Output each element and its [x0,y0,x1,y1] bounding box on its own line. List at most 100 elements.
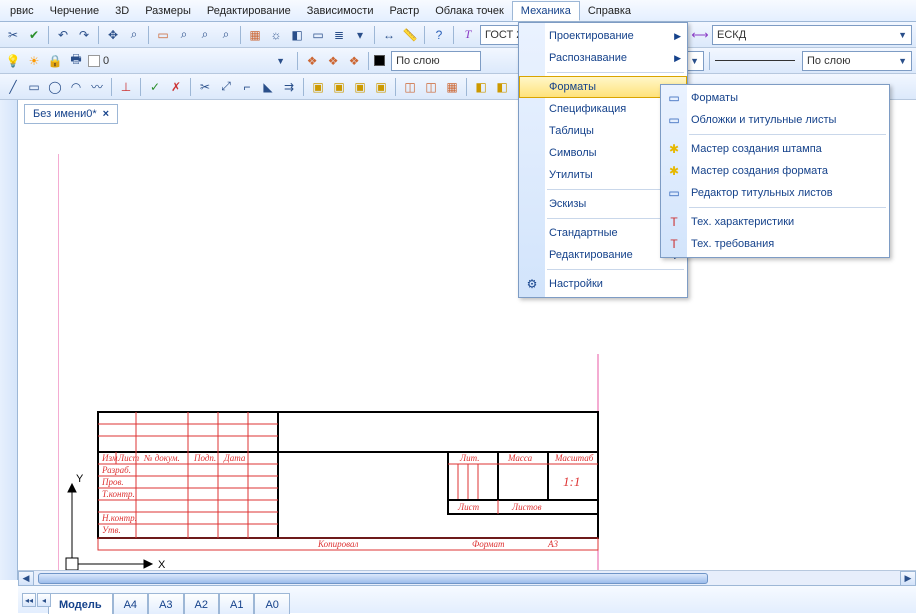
menu-divider [689,207,886,208]
tool-help-icon[interactable]: ? [430,26,448,44]
solid2-icon[interactable]: ◧ [493,78,511,96]
tab-nav-first[interactable]: ◂◂ [22,593,36,607]
document-tab[interactable]: Без имени0* × [24,104,118,124]
tool-zoom-extents-icon[interactable]: ⌕ [125,26,143,44]
tab-model[interactable]: Модель [48,593,113,614]
block-icon[interactable]: ◫ [401,78,419,96]
menu-dimensions[interactable]: Размеры [137,2,199,20]
tool-bulb-icon[interactable]: 💡 [4,52,22,70]
draw-circle-icon[interactable]: ◯ [46,78,64,96]
submenu-formats[interactable]: ▭Форматы [661,87,889,109]
menu-raster[interactable]: Растр [381,2,427,20]
edit-check-icon[interactable]: ✓ [146,78,164,96]
close-icon[interactable]: × [103,108,109,120]
scroll-thumb[interactable] [38,573,708,584]
tool-lock-icon[interactable]: 🔒 [46,52,64,70]
edit-chamfer-icon[interactable]: ◣ [259,78,277,96]
edit-x-icon[interactable]: ✗ [167,78,185,96]
covers-icon: ▭ [666,112,682,128]
tab-a1[interactable]: A1 [219,593,254,614]
wizard-icon: ✱ [666,141,682,157]
scroll-left-button[interactable]: ◀ [18,571,34,586]
solid1-icon[interactable]: ◧ [472,78,490,96]
block3-icon[interactable]: ▦ [443,78,461,96]
draw-arc-icon[interactable]: ◠ [67,78,85,96]
menu-3d[interactable]: 3D [107,2,137,20]
tech-icon: T [666,214,682,230]
menu-mechanics[interactable]: Механика [512,1,580,21]
svg-text:Изм: Изм [101,453,118,463]
dimension-style-combo[interactable]: ЕСКД ▼ [712,25,912,45]
view-box3-icon[interactable]: ▣ [351,78,369,96]
tool-palette-icon[interactable]: ◧ [288,26,306,44]
edit-extend-icon[interactable]: ⤢ [217,78,235,96]
draw-line-icon[interactable]: ╱ [4,78,22,96]
left-docking-strip[interactable] [0,100,18,580]
linetype-combo[interactable]: По слою ▼ [802,51,912,71]
tool-pan-icon[interactable]: ✥ [104,26,122,44]
tool-redo-icon[interactable]: ↷ [75,26,93,44]
tool-list-icon[interactable]: ≣ [330,26,348,44]
color-swatch[interactable] [374,55,385,66]
menu-edit[interactable]: Редактирование [199,2,299,20]
view-box2-icon[interactable]: ▣ [330,78,348,96]
menu-drawing[interactable]: Черчение [42,2,108,20]
tool-dimension-icon[interactable]: ⟷ [691,26,709,44]
submenu-tech-specs[interactable]: TТех. характеристики [661,211,889,233]
tab-a0[interactable]: A0 [254,593,289,614]
tab-a2[interactable]: A2 [184,593,219,614]
separator [140,78,141,96]
submenu-tech-reqs[interactable]: TТех. требования [661,233,889,255]
view-box4-icon[interactable]: ▣ [372,78,390,96]
tool-layers-icon[interactable]: ❖ [303,52,321,70]
tool-zoom-out-icon[interactable]: ⌕ [196,26,214,44]
tool-zoom-icon[interactable]: ⌕ [175,26,193,44]
submenu-format-wizard[interactable]: ✱Мастер создания формата [661,160,889,182]
edit-trim-icon[interactable]: ✂ [196,78,214,96]
menu-design[interactable]: Проектирование▶ [519,25,687,47]
tool-measure-icon[interactable]: ↔ [380,26,398,44]
block2-icon[interactable]: ◫ [422,78,440,96]
tool-ruler-icon[interactable]: 📏 [401,26,419,44]
scroll-right-button[interactable]: ▶ [900,571,916,586]
tool-print-icon[interactable]: 🖶 [67,52,85,70]
tool-zoom-window-icon[interactable]: ▭ [154,26,172,44]
tool-down-icon[interactable]: ▾ [351,26,369,44]
tab-a4[interactable]: A4 [113,593,148,614]
tab-nav-prev[interactable]: ◂ [37,593,51,607]
tool-color-swatch[interactable] [88,55,100,67]
horizontal-scrollbar[interactable]: ◀ ▶ [18,570,916,585]
draw-polyline-icon[interactable]: 〰 [88,78,106,96]
tool-undo-icon[interactable]: ↶ [54,26,72,44]
color-combo[interactable]: По слою [391,51,481,71]
tool-checkmark-icon[interactable]: ✔ [25,26,43,44]
submenu-covers[interactable]: ▭Обложки и титульные листы [661,109,889,131]
menu-help[interactable]: Справка [580,2,639,20]
tool-image-icon[interactable]: ▭ [309,26,327,44]
tool-grid-icon[interactable]: ▦ [246,26,264,44]
tool-zoom-in-icon[interactable]: ⌕ [217,26,235,44]
menu-settings[interactable]: ⚙Настройки [519,273,687,295]
edit-offset-icon[interactable]: ⇉ [280,78,298,96]
menu-point-clouds[interactable]: Облака точек [427,2,512,20]
tool-props-icon[interactable]: ☼ [267,26,285,44]
tool-layers3-icon[interactable]: ❖ [345,52,363,70]
layer-dropdown-arrow[interactable]: ▼ [272,51,292,71]
menu-divider [689,134,886,135]
menu-recognition[interactable]: Распознавание▶ [519,47,687,69]
edit-fillet-icon[interactable]: ⌐ [238,78,256,96]
draw-axis-icon[interactable]: ⊥ [117,78,135,96]
tool-sun-icon[interactable]: ☀ [25,52,43,70]
view-box1-icon[interactable]: ▣ [309,78,327,96]
menu-divider [547,269,684,270]
tool-cut-icon[interactable]: ✂ [4,26,22,44]
tab-a3[interactable]: A3 [148,593,183,614]
axis-y-label: Y [76,473,84,485]
draw-rect-icon[interactable]: ▭ [25,78,43,96]
tool-text-icon[interactable]: T [459,26,477,44]
submenu-stamp-wizard[interactable]: ✱Мастер создания штампа [661,138,889,160]
menu-constraints[interactable]: Зависимости [299,2,382,20]
submenu-title-editor[interactable]: ▭Редактор титульных листов [661,182,889,204]
tool-layers2-icon[interactable]: ❖ [324,52,342,70]
menu-service[interactable]: рвис [2,2,42,20]
